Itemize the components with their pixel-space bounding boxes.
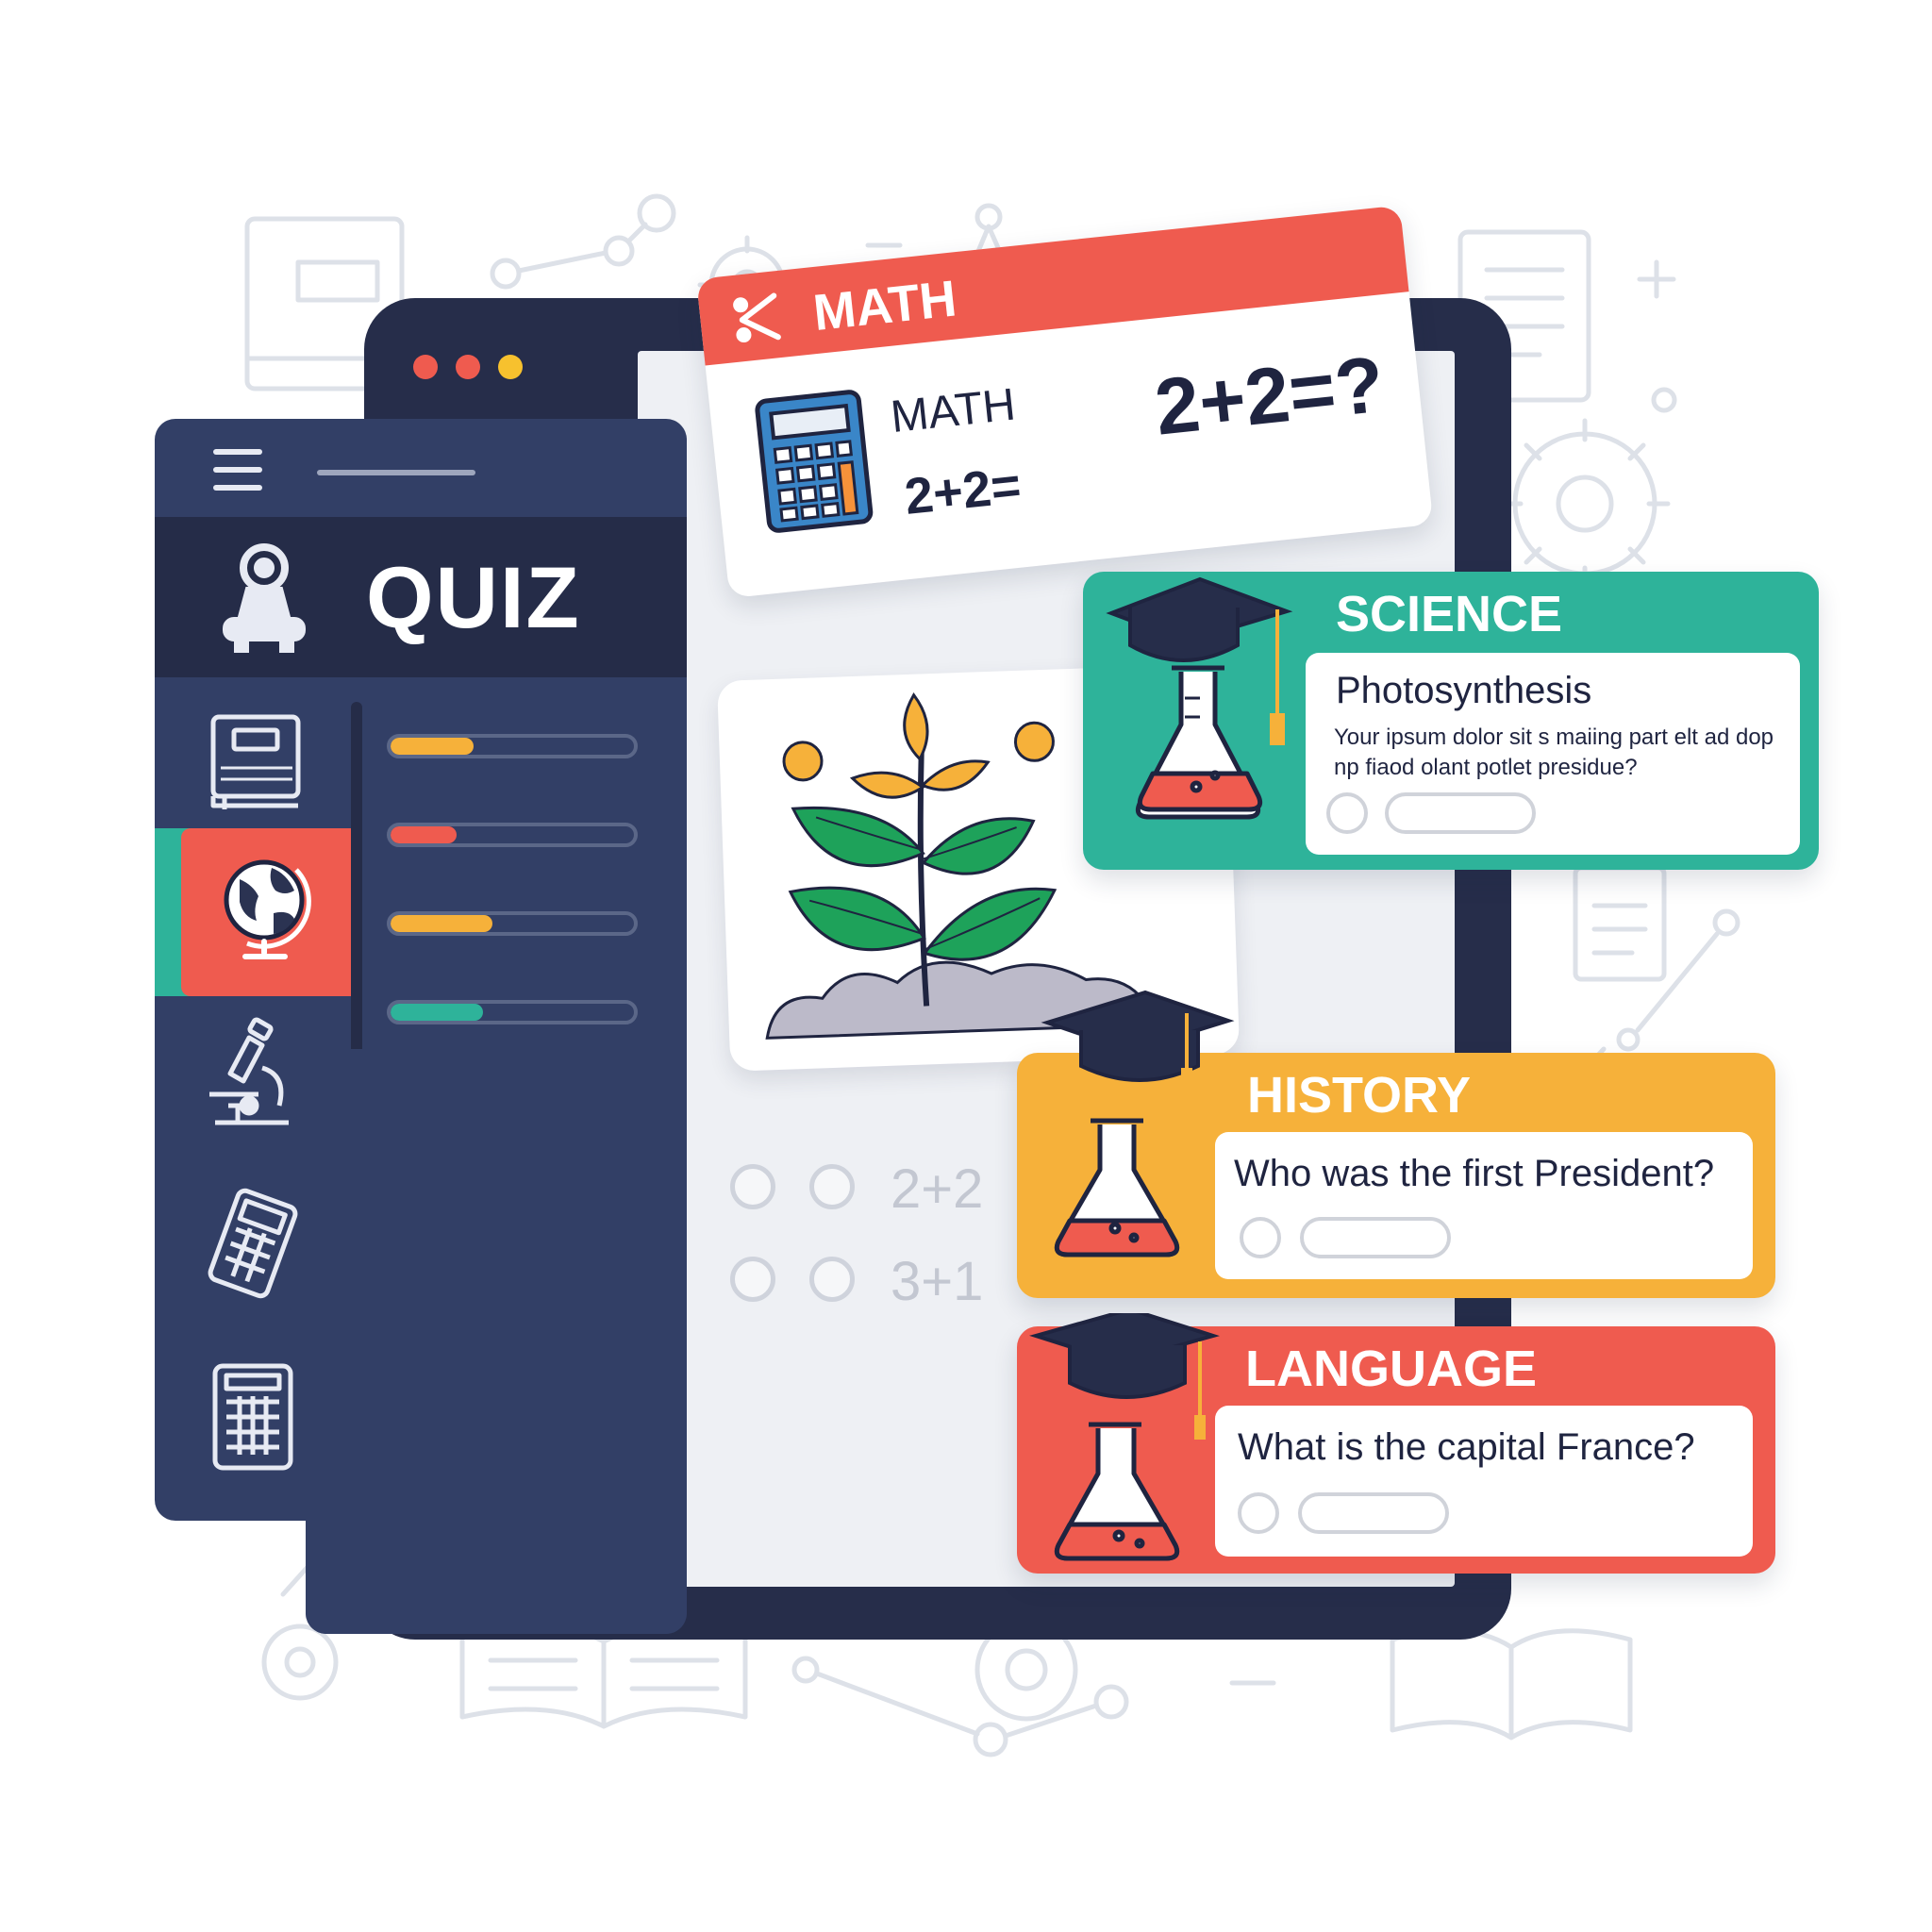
math-tools-icon	[733, 292, 781, 343]
progress-fill	[391, 738, 474, 755]
language-question: What is the capital France?	[1238, 1426, 1695, 1468]
science-question: Photosynthesis	[1336, 670, 1592, 711]
doodle-network-icon	[490, 193, 676, 290]
answer-pill[interactable]	[1298, 1492, 1449, 1534]
progress-fill	[391, 826, 457, 843]
doodle-open-book-icon-right	[1390, 1628, 1633, 1740]
window-close-dot[interactable]	[413, 355, 438, 379]
option-radio[interactable]	[809, 1164, 855, 1209]
language-flask-icon	[1029, 1313, 1220, 1561]
doodle-circle	[1651, 387, 1677, 413]
trophy-icon	[223, 543, 306, 653]
progress-bar-microscope	[387, 911, 638, 936]
history-inner-card: Who was the first President?	[1215, 1132, 1753, 1279]
progress-fill	[391, 915, 493, 932]
quiz-header: QUIZ	[155, 517, 687, 677]
answer-pill[interactable]	[1385, 792, 1536, 834]
sidebar-lower-panel	[306, 1049, 687, 1634]
calculator-grid-icon[interactable]	[196, 1358, 309, 1472]
doodle-clipboard-icon	[1573, 865, 1667, 982]
book-icon[interactable]	[196, 706, 309, 819]
option-radio[interactable]	[730, 1164, 775, 1209]
window-maximize-dot[interactable]	[498, 355, 523, 379]
language-inner-card: What is the capital France?	[1215, 1406, 1753, 1557]
math-equation-small: 2+2=	[902, 457, 1024, 525]
option-radio[interactable]	[809, 1257, 855, 1302]
progress-bar-calculator	[387, 1000, 638, 1024]
option-label: 3+1	[891, 1251, 984, 1312]
history-title: HISTORY	[1247, 1067, 1472, 1124]
doodle-plus	[1637, 259, 1676, 299]
calculator-color-icon	[755, 390, 874, 533]
globe-icon[interactable]	[211, 851, 325, 964]
doodle-gear-icon-large	[1499, 418, 1671, 590]
answer-pill[interactable]	[1300, 1217, 1451, 1258]
science-body: Your ipsum dolor sit s maiing part elt a…	[1334, 724, 1774, 780]
progress-fill	[391, 1004, 484, 1021]
quiz-title: QUIZ	[366, 550, 581, 646]
answer-radio[interactable]	[1326, 792, 1368, 834]
answer-radio[interactable]	[1240, 1217, 1281, 1258]
microscope-icon[interactable]	[196, 1015, 309, 1128]
science-title: SCIENCE	[1336, 586, 1563, 642]
option-radio[interactable]	[730, 1257, 775, 1302]
hamburger-icon[interactable]	[213, 449, 262, 491]
progress-bar-globe	[387, 823, 638, 847]
history-grad-cap-icon	[1041, 990, 1235, 1089]
history-question: Who was the first President?	[1234, 1153, 1715, 1194]
progress-bar-book	[387, 734, 638, 758]
sidebar-top-line	[317, 470, 475, 475]
window-minimize-dot[interactable]	[456, 355, 480, 379]
science-flask-icon	[1106, 576, 1293, 820]
science-inner-card: Photosynthesis Your ipsum dolor sit s ma…	[1306, 653, 1800, 855]
doodle-open-book-icon	[459, 1622, 748, 1729]
history-flask-icon	[1041, 990, 1235, 1257]
language-grad-cap-icon	[1029, 1313, 1220, 1440]
math-tab-label: MATH	[810, 270, 959, 342]
language-title: LANGUAGE	[1245, 1341, 1537, 1397]
calculator-icon[interactable]	[196, 1187, 309, 1300]
option-label: 2+2	[891, 1158, 984, 1220]
